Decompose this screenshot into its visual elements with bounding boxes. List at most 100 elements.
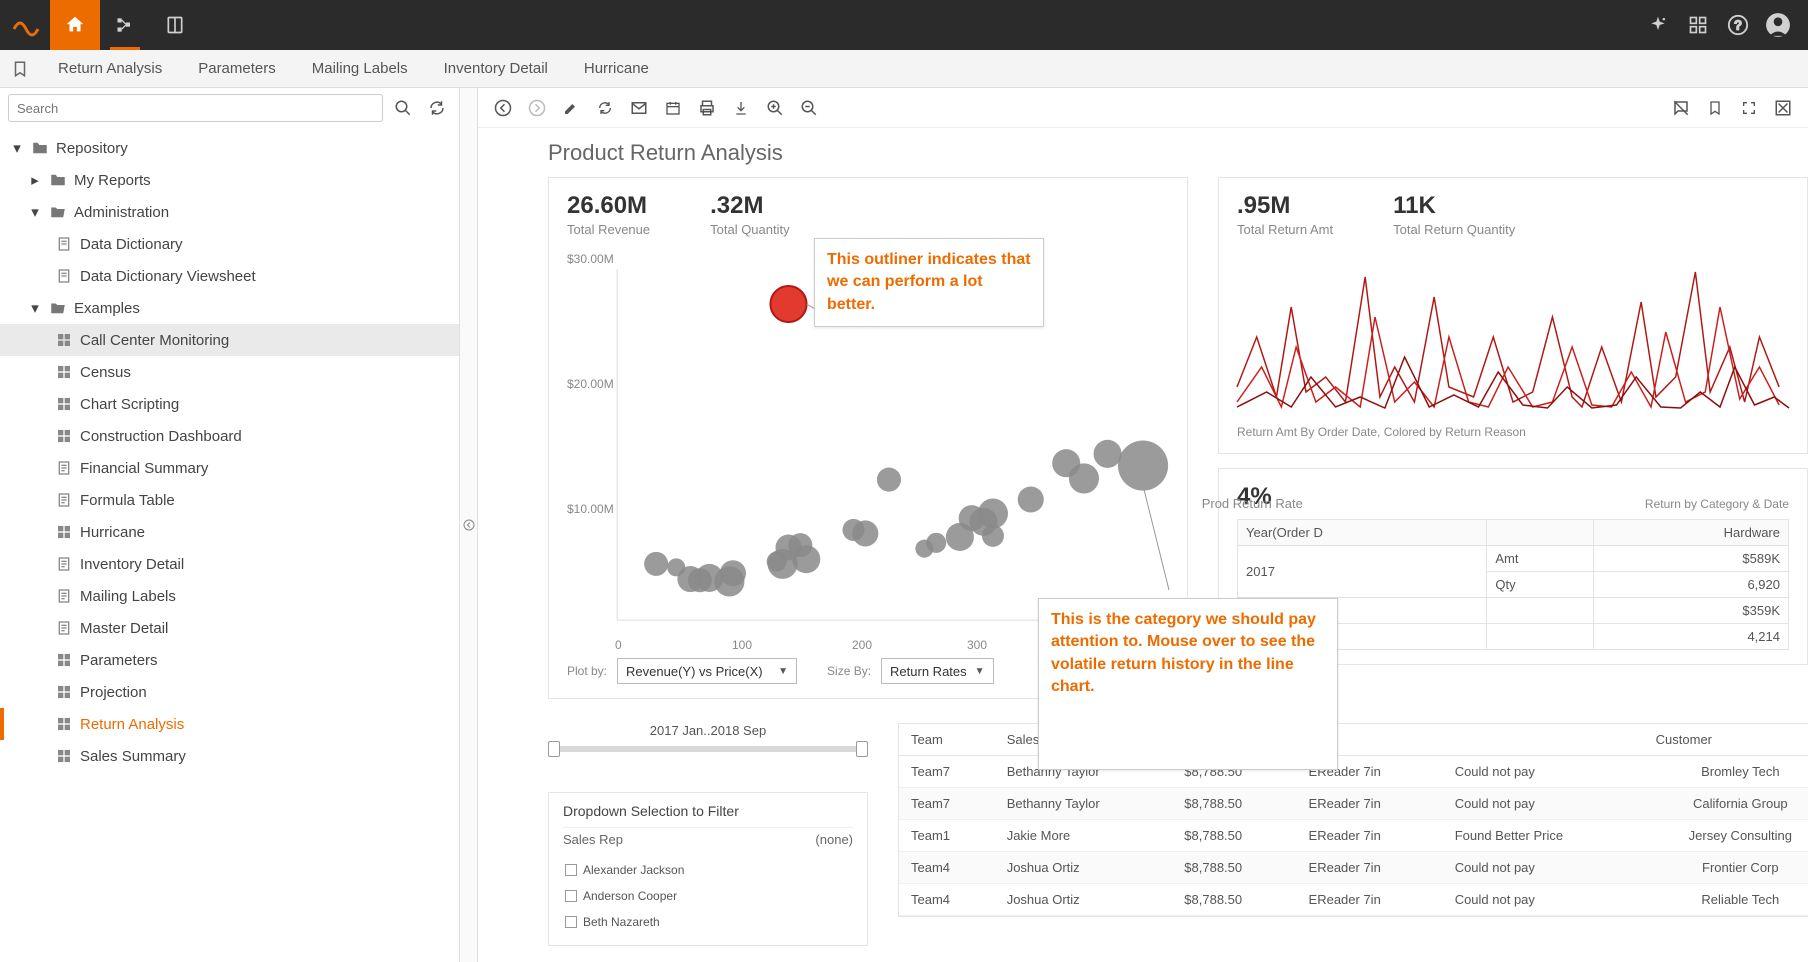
tree-item-master-detail[interactable]: Master Detail (0, 612, 459, 644)
tree-item-sales-summary[interactable]: Sales Summary (0, 740, 459, 772)
sidebar: ▾ Repository ▸ My Reports ▾ Administrati… (0, 88, 460, 962)
print-icon[interactable] (692, 93, 722, 123)
tree-item-financial-summary[interactable]: Financial Summary (0, 452, 459, 484)
tab-return-analysis[interactable]: Return Analysis (48, 54, 172, 83)
date-slider-label: 2017 Jan..2018 Sep (548, 723, 868, 738)
dashboard-icon (54, 650, 74, 670)
tab-inventory-detail[interactable]: Inventory Detail (434, 54, 558, 83)
tree-item-data-dictionary-viewsheet[interactable]: Data Dictionary Viewsheet (0, 260, 459, 292)
tree-item-call-center-monitoring[interactable]: Call Center Monitoring (0, 324, 459, 356)
plot-by-select[interactable]: Revenue(Y) vs Price(X)▼ (617, 658, 797, 684)
date-slider[interactable] (548, 740, 868, 756)
edit-icon[interactable] (556, 93, 586, 123)
maximize-icon[interactable] (1768, 93, 1798, 123)
folder-open-icon (48, 202, 68, 222)
chevron-right-icon: ▸ (28, 171, 42, 189)
tree-item-formula-table[interactable]: Formula Table (0, 484, 459, 516)
library-button[interactable] (150, 0, 200, 50)
dashboard-icon (54, 746, 74, 766)
app-logo-icon (0, 0, 50, 50)
tree-my-reports[interactable]: ▸ My Reports (0, 164, 459, 196)
size-by-label: Size By: (827, 664, 871, 678)
svg-text:?: ? (1734, 18, 1741, 33)
filter-check-anderson-cooper[interactable]: Anderson Cooper (563, 883, 853, 909)
tree-item-data-dictionary[interactable]: Data Dictionary (0, 228, 459, 260)
search-icon[interactable] (389, 94, 417, 122)
tree-administration[interactable]: ▾ Administration (0, 196, 459, 228)
zoom-out-icon[interactable] (794, 93, 824, 123)
slider-thumb-left[interactable] (548, 741, 560, 757)
annotation-category: This is the category we should pay atten… (1038, 598, 1338, 770)
tree-item-parameters[interactable]: Parameters (0, 644, 459, 676)
tree-item-census[interactable]: Census (0, 356, 459, 388)
help-icon[interactable]: ? (1718, 0, 1758, 50)
tab-mailing-labels[interactable]: Mailing Labels (302, 54, 418, 83)
sidebar-collapse-button[interactable] (460, 88, 478, 962)
kpi-total-revenue: 26.60M (567, 192, 650, 220)
tree-item-construction-dashboard[interactable]: Construction Dashboard (0, 420, 459, 452)
calendar-icon[interactable] (658, 93, 688, 123)
table-row[interactable]: Team4Joshua Ortiz$8,788.50EReader 7inCou… (899, 884, 1808, 916)
zoom-in-icon[interactable] (760, 93, 790, 123)
tree-item-mailing-labels[interactable]: Mailing Labels (0, 580, 459, 612)
tree-item-return-analysis[interactable]: Return Analysis (0, 708, 459, 740)
refresh-tree-icon[interactable] (423, 94, 451, 122)
tree-item-hurricane[interactable]: Hurricane (0, 516, 459, 548)
filter-card: Dropdown Selection to Filter Sales Rep (… (548, 792, 868, 946)
user-avatar-icon[interactable] (1758, 0, 1798, 50)
sparkline-caption: Return Amt By Order Date, Colored by Ret… (1237, 425, 1789, 439)
bookmark-bar-icon[interactable] (8, 57, 32, 81)
dashboard-icon (54, 714, 74, 734)
tab-hurricane[interactable]: Hurricane (574, 54, 659, 83)
expand-icon[interactable] (1734, 93, 1764, 123)
chevron-down-icon: ▼ (975, 666, 985, 677)
kpi-total-return-qty: 11K (1393, 192, 1515, 220)
page-icon (54, 458, 74, 478)
page-icon (54, 234, 74, 254)
tree-item-projection[interactable]: Projection (0, 676, 459, 708)
filter-check-beth-nazareth[interactable]: Beth Nazareth (563, 909, 853, 935)
chevron-down-icon: ▾ (10, 139, 24, 157)
home-button[interactable] (50, 0, 100, 50)
search-input[interactable] (8, 94, 383, 122)
table-row[interactable]: Team7Bethanny Taylor$8,788.50EReader 7in… (899, 788, 1808, 820)
checkbox-icon (565, 890, 577, 902)
refresh-icon[interactable] (590, 93, 620, 123)
sparkles-icon[interactable] (1638, 0, 1678, 50)
size-by-select[interactable]: Return Rates▼ (881, 658, 994, 684)
dashboard-icon (54, 682, 74, 702)
next-button[interactable] (522, 93, 552, 123)
chevron-down-icon: ▾ (28, 299, 42, 317)
prev-button[interactable] (488, 93, 518, 123)
table-row[interactable]: Team4Joshua Ortiz$8,788.50EReader 7inCou… (899, 852, 1808, 884)
tree-examples[interactable]: ▾ Examples (0, 292, 459, 324)
tree-item-chart-scripting[interactable]: Chart Scripting (0, 388, 459, 420)
filter-check-alexander-jackson[interactable]: Alexander Jackson (563, 857, 853, 883)
plot-by-label: Plot by: (567, 664, 607, 678)
sparkline-card: .95MTotal Return Amt 11KTotal Return Qua… (1218, 177, 1808, 454)
dashboard-icon (54, 362, 74, 382)
checkbox-icon (565, 916, 577, 928)
slider-thumb-right[interactable] (856, 741, 868, 757)
table-row[interactable]: Team7Bethanny Taylor$8,788.50EReader 7in… (899, 756, 1808, 788)
return-sparkline[interactable] (1237, 247, 1789, 417)
table-row[interactable]: Team1Jakie More$8,788.50EReader 7inFound… (899, 820, 1808, 852)
checkbox-icon (565, 864, 577, 876)
report-toolbar (478, 88, 1808, 128)
topbar: ? (0, 0, 1808, 50)
tree-root-repository[interactable]: ▾ Repository (0, 132, 459, 164)
page-icon (54, 554, 74, 574)
transactions-table[interactable]: Team Sales Rep↑² Customer Team7Bethanny … (898, 723, 1808, 917)
bookmark-icon[interactable] (1700, 93, 1730, 123)
dashboard-icon[interactable] (1678, 0, 1718, 50)
tree-item-inventory-detail[interactable]: Inventory Detail (0, 548, 459, 580)
mail-icon[interactable] (624, 93, 654, 123)
page-title: Product Return Analysis (548, 140, 1788, 166)
sales-rep-filter[interactable]: Sales Rep (none) (563, 827, 853, 851)
download-icon[interactable] (726, 93, 756, 123)
annotation-off-icon[interactable] (1666, 93, 1696, 123)
tab-parameters[interactable]: Parameters (188, 54, 286, 83)
page-icon (54, 490, 74, 510)
dashboard-icon (54, 330, 74, 350)
tree-nav-button[interactable] (100, 0, 150, 50)
